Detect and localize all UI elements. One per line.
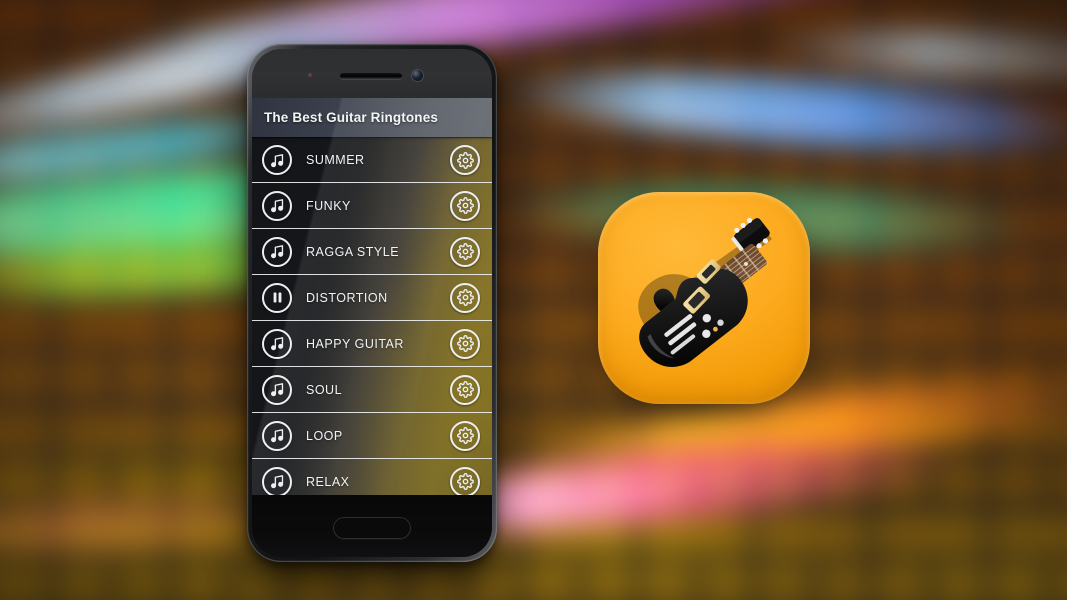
list-item-label: LOOP [306, 428, 343, 443]
gear-icon[interactable] [450, 328, 480, 359]
page-title: The Best Guitar Ringtones [264, 110, 439, 125]
list-item-label: SOUL [306, 382, 343, 397]
phone-top-bezel [252, 49, 492, 98]
gear-icon[interactable] [450, 282, 480, 313]
home-button[interactable] [333, 517, 411, 539]
list-item-label: HAPPY GUITAR [306, 336, 404, 351]
music-note-icon[interactable] [262, 236, 292, 267]
gear-icon[interactable] [450, 145, 480, 175]
music-note-icon[interactable] [262, 466, 292, 495]
guitar-app-icon[interactable] [598, 192, 810, 404]
screenshot-stage: The Best Guitar Ringtones SUMMER FUNKY R… [0, 0, 1067, 600]
music-note-icon[interactable] [262, 190, 292, 221]
gear-icon[interactable] [450, 374, 480, 405]
gear-icon[interactable] [450, 236, 480, 267]
list-item-label: RAGGA STYLE [306, 244, 400, 259]
music-note-icon[interactable] [262, 328, 292, 359]
gear-icon[interactable] [450, 420, 480, 451]
earpiece-speaker-icon [340, 73, 402, 79]
music-note-icon[interactable] [262, 374, 292, 405]
ringtone-list: SUMMER FUNKY RAGGA STYLE DISTORTION HAPP… [252, 137, 492, 495]
neon-light-streaks [0, 0, 1067, 600]
list-item-label: FUNKY [306, 198, 351, 213]
phone-screen: The Best Guitar Ringtones SUMMER FUNKY R… [252, 98, 492, 495]
list-item[interactable]: FUNKY [252, 183, 492, 229]
list-item[interactable]: RAGGA STYLE [252, 229, 492, 275]
list-item[interactable]: RELAX [252, 459, 492, 495]
app-bar: The Best Guitar Ringtones [252, 98, 492, 137]
background-wall [0, 0, 1067, 600]
list-item[interactable]: SUMMER [252, 137, 492, 183]
list-item-label: DISTORTION [306, 290, 388, 305]
list-item-label: RELAX [306, 474, 350, 489]
list-item[interactable]: DISTORTION [252, 275, 492, 321]
list-item[interactable]: HAPPY GUITAR [252, 321, 492, 367]
music-note-icon[interactable] [262, 145, 292, 175]
phone-device-frame: The Best Guitar Ringtones SUMMER FUNKY R… [247, 44, 497, 562]
list-item[interactable]: SOUL [252, 367, 492, 413]
app-icon-background [598, 192, 810, 404]
music-note-icon[interactable] [262, 420, 292, 451]
pause-icon[interactable] [262, 282, 292, 313]
electric-guitar-illustration [638, 217, 772, 367]
gear-icon[interactable] [450, 190, 480, 221]
list-item-label: SUMMER [306, 153, 365, 167]
list-item[interactable]: LOOP [252, 413, 492, 459]
proximity-sensor-icon [308, 73, 313, 78]
phone-bottom-bezel [252, 495, 492, 557]
front-camera-icon [412, 70, 423, 81]
gear-icon[interactable] [450, 466, 480, 495]
